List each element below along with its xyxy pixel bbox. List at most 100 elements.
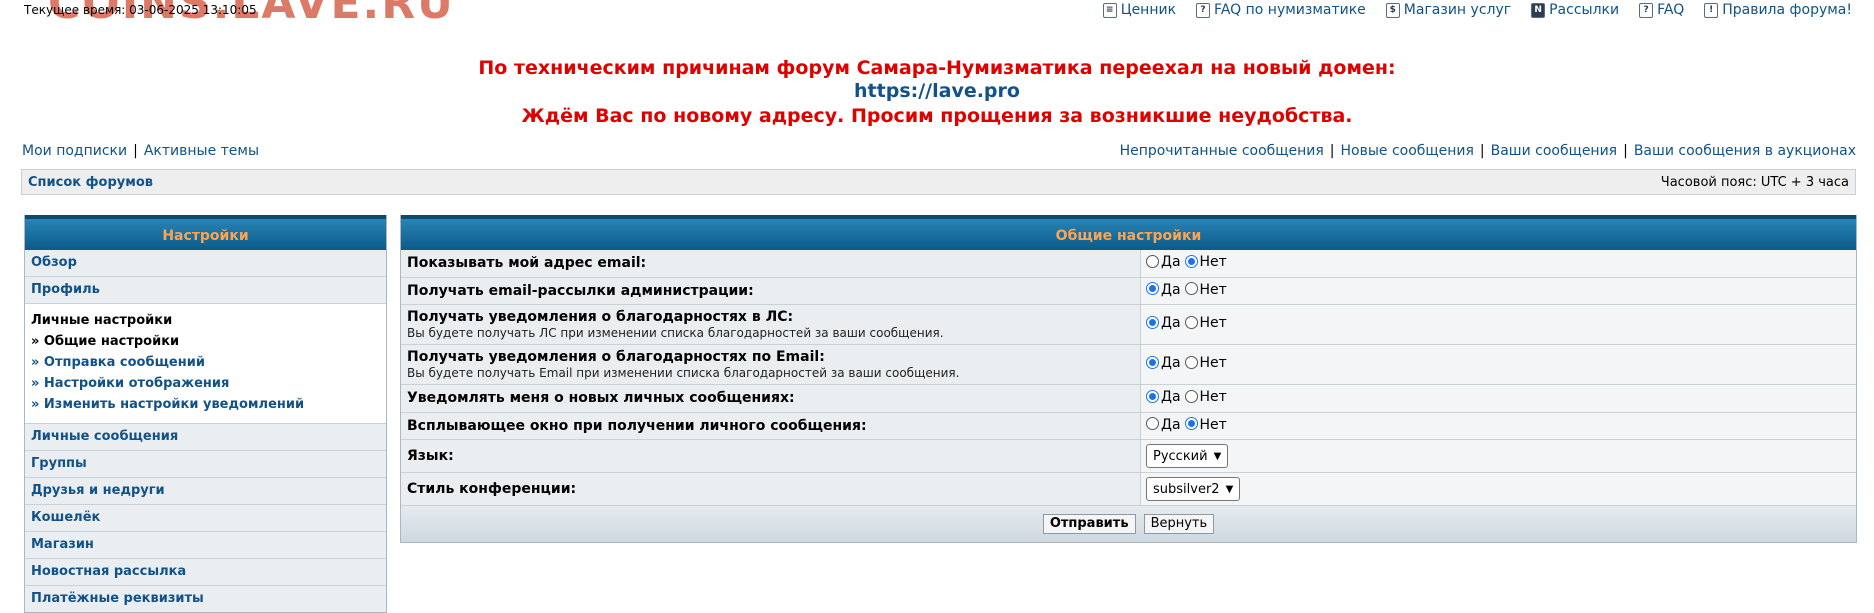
radio-label: Нет <box>1199 315 1227 332</box>
radio-no[interactable]: Нет <box>1184 315 1227 332</box>
style-select[interactable]: subsilver2 ▼ <box>1146 477 1241 501</box>
reset-button[interactable]: Вернуть <box>1143 514 1215 534</box>
radio-yes[interactable]: Да <box>1146 389 1181 405</box>
setting-row: Показывать мой адрес email: Да Нет <box>401 250 1856 278</box>
radio-no[interactable]: Нет <box>1184 254 1227 270</box>
radio-button[interactable] <box>1184 315 1198 329</box>
radio-button[interactable] <box>1146 355 1159 369</box>
announcement-line-3: Ждём Вас по новому адресу. Просим прощен… <box>521 105 1353 127</box>
radio-no[interactable]: Нет <box>1184 281 1227 298</box>
link-your-auction-posts[interactable]: Ваши сообщения в аукционах <box>1634 143 1856 159</box>
radio-no[interactable]: Нет <box>1184 355 1227 371</box>
style-row: Стиль конференции: subsilver2 ▼ <box>401 472 1856 506</box>
domain-move-announcement: По техническим причинам форум Самара-Нум… <box>0 57 1874 128</box>
sidebar-item-friends-foes[interactable]: Друзья и недруги <box>25 478 386 505</box>
sidebar-group-personal-settings: Личные настройки » Общие настройки » Отп… <box>25 304 386 424</box>
setting-label-cell: Уведомлять меня о новых личных сообщения… <box>401 384 1141 413</box>
sidebar-item-private-messages[interactable]: Личные сообщения <box>25 424 386 451</box>
radio-no[interactable]: Нет <box>1184 389 1227 405</box>
radio-button[interactable] <box>1146 315 1159 329</box>
setting-label-cell: Всплывающее окно при получении личного с… <box>401 412 1141 440</box>
link-my-subscriptions[interactable]: Мои подписки <box>22 143 127 159</box>
radio-yes[interactable]: Да <box>1146 417 1181 433</box>
radio-button[interactable] <box>1184 282 1198 295</box>
radio-label: Да <box>1161 281 1181 298</box>
radio-label: Да <box>1161 355 1181 372</box>
breadcrumb-forum-index[interactable]: Список форумов <box>28 175 153 190</box>
announcement-line-1: По техническим причинам форум Самара-Нум… <box>478 57 1396 79</box>
sidebar-item-overview[interactable]: Обзор <box>25 250 386 277</box>
sidebar-item-shop[interactable]: Магазин <box>25 532 386 559</box>
radio-no[interactable]: Нет <box>1184 417 1227 433</box>
setting-hint: Вы будете получать ЛС при изменении спис… <box>407 326 944 340</box>
sidebar-subitem-general-settings[interactable]: » Общие настройки <box>31 331 380 352</box>
price-list-icon: ≡ <box>1102 2 1117 18</box>
radio-yes[interactable]: Да <box>1146 315 1181 331</box>
topnav-faq-numismatics[interactable]: ? FAQ по нумизматике <box>1196 2 1366 18</box>
sidebar-item-profile[interactable]: Профиль <box>25 277 386 304</box>
chevron-down-icon: ▼ <box>1225 483 1234 495</box>
sidebar-subitem-display[interactable]: » Настройки отображения <box>31 373 380 394</box>
radio-yes[interactable]: Да <box>1146 254 1181 270</box>
radio-label: Нет <box>1199 281 1227 298</box>
radio-button[interactable] <box>1146 282 1159 295</box>
radio-button[interactable] <box>1184 417 1198 430</box>
setting-label: Показывать мой адрес email: <box>407 255 647 272</box>
radio-label: Да <box>1161 315 1181 332</box>
radio-yes[interactable]: Да <box>1146 355 1181 371</box>
setting-row: Получать уведомления о благодарностях в … <box>401 304 1856 345</box>
radio-button[interactable] <box>1184 355 1198 369</box>
radio-button[interactable] <box>1146 417 1159 430</box>
topnav-price-list[interactable]: ≡ Ценник <box>1102 2 1176 18</box>
setting-label-cell: Язык: <box>401 439 1141 473</box>
sidebar-group-title: Личные настройки <box>31 313 173 328</box>
radio-button[interactable] <box>1146 254 1159 268</box>
current-time: Текущее время: 03-06-2025 13:10:05 <box>24 3 257 17</box>
radio-button[interactable] <box>1184 254 1198 268</box>
new-domain-link[interactable]: https://lave.pro <box>854 80 1020 102</box>
setting-label-cell: Получать email-рассылки администрации: <box>401 277 1141 305</box>
sidebar-item-payment-details[interactable]: Платёжные реквизиты <box>25 586 386 612</box>
sidebar-item-wallet[interactable]: Кошелёк <box>25 505 386 532</box>
sidebar-subitem-posting[interactable]: » Отправка сообщений <box>31 352 380 373</box>
language-row: Язык: Русский ▼ <box>401 439 1856 473</box>
setting-value-cell: subsilver2 ▼ <box>1140 472 1856 506</box>
quick-links-right: Непрочитанные сообщения | Новые сообщения |… <box>1120 143 1856 159</box>
top-navigation: ≡ Ценник ? FAQ по нумизматике $ Магазин … <box>1102 2 1852 18</box>
setting-label-cell: Получать уведомления о благодарностях по… <box>401 344 1141 385</box>
topnav-services-shop[interactable]: $ Магазин услуг <box>1385 2 1511 18</box>
radio-label: Да <box>1161 416 1181 433</box>
setting-label: Всплывающее окно при получении личного с… <box>407 417 867 434</box>
sidebar-subitem-notifications[interactable]: » Изменить настройки уведомлений <box>31 394 380 415</box>
setting-label: Язык: <box>407 448 454 464</box>
setting-label: Получать email-рассылки администрации: <box>407 282 754 299</box>
submit-button[interactable]: Отправить <box>1042 514 1136 534</box>
link-new-posts[interactable]: Новые сообщения <box>1341 143 1474 159</box>
radio-yes[interactable]: Да <box>1146 282 1181 298</box>
setting-row: Получать уведомления о благодарностях по… <box>401 344 1856 385</box>
topnav-forum-rules[interactable]: ! Правила форума! <box>1704 2 1852 18</box>
separator: | <box>1623 143 1628 159</box>
quick-links-left: Мои подписки | Активные темы <box>22 143 259 159</box>
settings-table: Показывать мой адрес email: Да Нет Получать… <box>401 250 1856 506</box>
breadcrumb: Список форумов Часовой пояс: UTC + 3 час… <box>21 169 1856 195</box>
settings-sidebar: Настройки Обзор Профиль Личные настройки… <box>24 215 387 613</box>
radio-label: Да <box>1161 254 1181 270</box>
link-active-topics[interactable]: Активные темы <box>144 143 259 159</box>
sidebar-item-newsletter[interactable]: Новостная рассылка <box>25 559 386 586</box>
setting-value-cell: Да Нет <box>1140 344 1856 385</box>
topnav-newsletters[interactable]: N Рассылки <box>1531 2 1619 18</box>
separator: | <box>1479 143 1485 159</box>
general-settings-panel: Общие настройки Показывать мой адрес ema… <box>400 215 1857 543</box>
topnav-label: FAQ <box>1657 2 1685 18</box>
language-select[interactable]: Русский ▼ <box>1146 444 1229 468</box>
radio-button[interactable] <box>1184 389 1198 403</box>
link-your-posts[interactable]: Ваши сообщения <box>1491 143 1617 159</box>
select-value: Русский <box>1153 448 1208 464</box>
topnav-faq[interactable]: ? FAQ <box>1639 2 1684 18</box>
sidebar-item-groups[interactable]: Группы <box>25 451 386 478</box>
radio-label: Нет <box>1199 254 1227 270</box>
link-unread-posts[interactable]: Непрочитанные сообщения <box>1120 143 1324 159</box>
radio-button[interactable] <box>1146 389 1159 403</box>
setting-value-cell: Да Нет <box>1140 277 1856 305</box>
